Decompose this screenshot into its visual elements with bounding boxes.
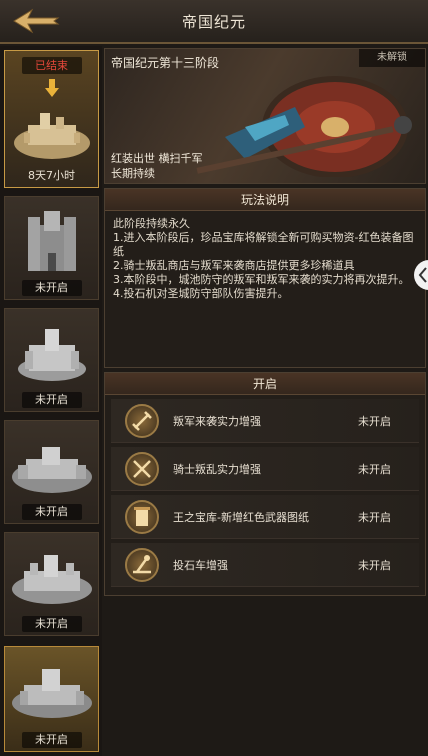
chevron-left-icon [418,267,427,283]
castle-icon [11,447,92,493]
rules-title: 玩法说明 [105,189,425,211]
rule-line: 2.骑士叛乱商店与叛军来袭商店提供更多珍稀道具 [113,259,355,272]
page-title: 帝国纪元 [181,13,246,31]
castle-icon [13,113,90,159]
rebel-axe-icon [125,404,159,438]
catapult-icon [125,548,159,582]
castle-icon [17,329,86,381]
unlock-status: 未开启 [358,511,391,524]
stage-title: 帝国纪元第十三阶段 [111,56,220,70]
stage-description: 红装出世 横扫千军 长期持续 [111,151,203,181]
rules-text: 此阶段持续永久 1.进入本阶段后，珍品宝库将解锁全新可购买物资-红色装备图纸 2… [105,211,425,307]
unlock-item: 王之宝库-新增红色武器图纸 未开启 [111,495,419,539]
castle-icon [27,211,76,271]
crossed-swords-icon [125,452,159,486]
side-drawer-handle[interactable] [414,260,428,290]
rule-line: 3.本阶段中，城池防守的叛军和叛军来袭的实力将再次提升。 [113,273,410,286]
stage-item-2[interactable]: 未开启 [4,196,99,300]
stage-item-1[interactable]: 已结束 8天7小时 [4,50,99,188]
rule-line: 此阶段持续永久 [113,217,190,230]
unlock-name: 王之宝库-新增红色武器图纸 [173,511,309,524]
stage-banner: 帝国纪元第十三阶段 未解锁 红装出世 横扫千军 长期持续 [104,48,426,184]
unlock-status: 未开启 [358,463,391,476]
remaining-time: 8天7小时 [28,169,75,182]
stage-slogan: 红装出世 横扫千军 [111,152,203,165]
unlock-title: 开启 [105,373,425,395]
stage-status: 未开启 [21,280,82,296]
unlock-panel: 开启 叛军来袭实力增强 未开启 骑士叛乱实力增强 未开启 王之宝库-新增红色武器… [104,372,426,596]
stage-item-5[interactable]: 未开启 [4,532,99,636]
down-arrow-icon [44,79,59,97]
stage-item-6[interactable]: 未开启 [4,646,99,752]
stage-item-4[interactable]: 未开启 [4,420,99,524]
stage-status: 未开启 [21,392,82,408]
stage-status: 未开启 [21,504,82,520]
castle-icon [11,555,92,604]
stage-sidebar: 已结束 8天7小时 未开启 未开启 未开启 未开启 未开启 [0,46,102,756]
scroll-icon [125,500,159,534]
stage-item-3[interactable]: 未开启 [4,308,99,412]
unlock-name: 骑士叛乱实力增强 [173,463,261,476]
unlock-name: 投石车增强 [173,559,228,572]
lock-status-badge: 未解锁 [359,49,425,67]
castle-icon [11,669,92,718]
stage-status: 未开启 [21,732,82,748]
stage-status: 未开启 [21,616,82,632]
unlock-status: 未开启 [358,415,391,428]
rule-line: 1.进入本阶段后，珍品宝库将解锁全新可购买物资-红色装备图纸 [113,231,414,258]
shield-weapons-image [196,76,412,177]
ended-badge: 已结束 [21,57,82,74]
unlock-item: 投石车增强 未开启 [111,543,419,587]
rules-panel: 玩法说明 此阶段持续永久 1.进入本阶段后，珍品宝库将解锁全新可购买物资-红色装… [104,188,426,368]
top-bar: 帝国纪元 [0,0,428,44]
rule-line: 4.投石机对圣城防守部队伤害提升。 [113,287,289,300]
unlock-name: 叛军来袭实力增强 [173,415,261,428]
unlock-item: 骑士叛乱实力增强 未开启 [111,447,419,491]
stage-duration: 长期持续 [111,167,155,180]
unlock-item: 叛军来袭实力增强 未开启 [111,399,419,443]
unlock-status: 未开启 [358,559,391,572]
